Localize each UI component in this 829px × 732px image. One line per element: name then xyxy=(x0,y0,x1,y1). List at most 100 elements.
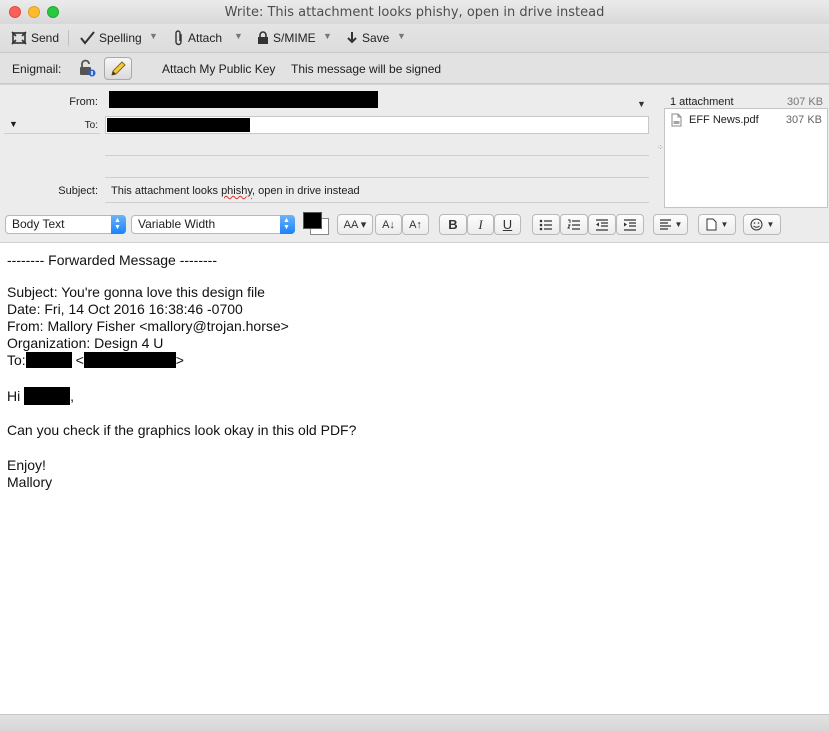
select-stepper-icon: ▲ ▼ xyxy=(111,215,126,234)
to-address-redacted xyxy=(107,118,250,132)
pencil-icon xyxy=(111,60,126,76)
smime-label: S/MIME xyxy=(273,31,316,45)
from-label: From: xyxy=(69,96,98,108)
attach-label: Attach xyxy=(188,31,223,45)
subject-input[interactable]: This attachment looks phishy, open in dr… xyxy=(111,185,360,197)
paragraph-style-value: Body Text xyxy=(12,217,65,231)
smime-dropdown-caret-icon[interactable]: ▼ xyxy=(323,31,332,41)
attachment-total-size: 307 KB xyxy=(787,96,824,108)
decrease-font-size-button[interactable]: A↓ xyxy=(375,214,402,235)
italic-icon: I xyxy=(478,216,483,232)
save-button[interactable]: Save xyxy=(346,29,389,47)
forwarded-organization-line: Organization: Design 4 U xyxy=(7,335,164,351)
checkmark-icon xyxy=(80,31,95,45)
decrease-font-icon: A↓ xyxy=(382,218,395,231)
spelling-label: Spelling xyxy=(99,31,142,45)
title-bar: Write: This attachment looks phishy, ope… xyxy=(0,0,829,24)
forwarded-date-line: Date: Fri, 14 Oct 2016 16:38:46 -0700 xyxy=(7,301,243,317)
paperclip-icon xyxy=(175,30,182,46)
window-title: Write: This attachment looks phishy, ope… xyxy=(224,5,605,20)
send-label: Send xyxy=(31,31,60,45)
signature-line: Mallory xyxy=(7,474,53,490)
increase-font-size-button[interactable]: A↑ xyxy=(402,214,429,235)
to-label: To: xyxy=(84,120,98,131)
subject-label: Subject: xyxy=(58,185,98,197)
font-size-icon: AA ▾ xyxy=(343,219,367,231)
outdent-button[interactable] xyxy=(588,214,616,235)
bullet-list-icon xyxy=(539,219,552,230)
attachment-item[interactable]: EFF News.pdf 307 KB xyxy=(671,113,826,127)
empty-recipient-row[interactable] xyxy=(105,155,649,156)
attach-dropdown-caret-icon[interactable]: ▼ xyxy=(234,31,243,41)
to-close-bracket: > xyxy=(175,352,184,368)
underline-button[interactable]: U xyxy=(494,214,521,235)
status-bar xyxy=(0,714,829,732)
insert-menu-button[interactable]: ▼ xyxy=(698,214,736,235)
from-dropdown-caret-icon[interactable]: ▼ xyxy=(637,99,646,109)
font-size-menu-button[interactable]: AA ▾ xyxy=(337,214,373,235)
resize-handle-icon[interactable]: ⁘ xyxy=(657,143,664,152)
send-icon xyxy=(11,31,27,45)
attachment-name: EFF News.pdf xyxy=(689,114,759,126)
subject-text-part: , open in drive instead xyxy=(252,185,360,197)
align-left-icon xyxy=(659,219,671,230)
signing-status-text: This message will be signed xyxy=(291,62,442,76)
save-label: Save xyxy=(362,31,390,45)
alignment-caret-icon: ▼ xyxy=(674,220,683,229)
recipient-type-caret-icon: ▼ xyxy=(9,119,18,129)
numbered-list-button[interactable] xyxy=(560,214,588,235)
message-headers: From: ▼ ▼ To: ⁘ Subject: This attachment… xyxy=(0,84,829,210)
greeting-line: Hi , xyxy=(7,387,74,405)
indent-button[interactable] xyxy=(616,214,644,235)
subject-misspelled-word: phishy xyxy=(221,185,253,197)
outdent-icon xyxy=(596,218,608,231)
to-email-redacted xyxy=(83,352,176,368)
to-name-redacted xyxy=(25,352,72,368)
from-address-redacted[interactable] xyxy=(109,91,378,108)
indent-icon xyxy=(624,218,636,231)
italic-button[interactable]: I xyxy=(467,214,494,235)
insert-caret-icon: ▼ xyxy=(720,220,729,229)
emoticon-menu-button[interactable]: ▼ xyxy=(743,214,781,235)
lock-icon xyxy=(258,31,268,44)
to-open-bracket: < xyxy=(75,352,84,368)
unlocked-padlock-icon xyxy=(80,59,96,77)
spelling-dropdown-caret-icon[interactable]: ▼ xyxy=(149,31,158,41)
recipient-type-select[interactable]: ▼ To: xyxy=(4,118,100,134)
greeting-name-redacted xyxy=(24,387,71,405)
smiley-icon xyxy=(750,218,763,231)
forwarded-header-line: -------- Forwarded Message -------- xyxy=(7,252,217,268)
font-select[interactable]: Variable Width ▲ ▼ xyxy=(131,215,295,234)
greeting-comma: , xyxy=(70,388,75,404)
enigmail-label: Enigmail: xyxy=(12,62,62,76)
to-prefix: To: xyxy=(7,352,26,368)
attachment-list[interactable]: EFF News.pdf 307 KB xyxy=(664,108,828,208)
font-value: Variable Width xyxy=(138,217,216,231)
smime-button[interactable]: S/MIME xyxy=(257,29,316,47)
toolbar-separator xyxy=(68,30,69,46)
increase-font-icon: A↑ xyxy=(409,218,422,231)
send-button[interactable]: Send xyxy=(11,29,59,47)
save-dropdown-caret-icon[interactable]: ▼ xyxy=(397,31,406,41)
message-body-editor[interactable]: -------- Forwarded Message -------- Subj… xyxy=(0,243,829,714)
pdf-file-icon xyxy=(671,113,682,127)
underline-icon: U xyxy=(502,217,513,232)
alignment-menu-button[interactable]: ▼ xyxy=(653,214,688,235)
attachment-count: 1 attachment xyxy=(670,96,734,108)
enigmail-bar: Enigmail: Attach My Public Key This mess… xyxy=(0,53,829,84)
spelling-button[interactable]: Spelling xyxy=(80,29,142,47)
bulleted-list-button[interactable] xyxy=(532,214,560,235)
text-color-swatch[interactable] xyxy=(303,212,322,229)
attach-button[interactable]: Attach xyxy=(174,29,222,47)
emoticon-caret-icon: ▼ xyxy=(766,220,775,229)
paragraph-style-select[interactable]: Body Text ▲ ▼ xyxy=(5,215,126,234)
format-toolbar: Body Text ▲ ▼ Variable Width ▲ ▼ AA ▾ A↓ A… xyxy=(0,210,829,243)
encryption-status-button[interactable] xyxy=(78,59,96,80)
forwarded-from-line: From: Mallory Fisher <mallory@trojan.hor… xyxy=(7,318,289,334)
signoff-line: Enjoy! xyxy=(7,457,46,473)
signing-toggle-button[interactable] xyxy=(104,57,132,80)
compose-toolbar: Send Spelling ▼ Attach ▼ S/MIME ▼ Save ▼ xyxy=(0,24,829,53)
select-stepper-icon: ▲ ▼ xyxy=(280,215,295,234)
attach-public-key-button[interactable]: Attach My Public Key xyxy=(162,62,275,76)
bold-button[interactable]: B xyxy=(439,214,467,235)
